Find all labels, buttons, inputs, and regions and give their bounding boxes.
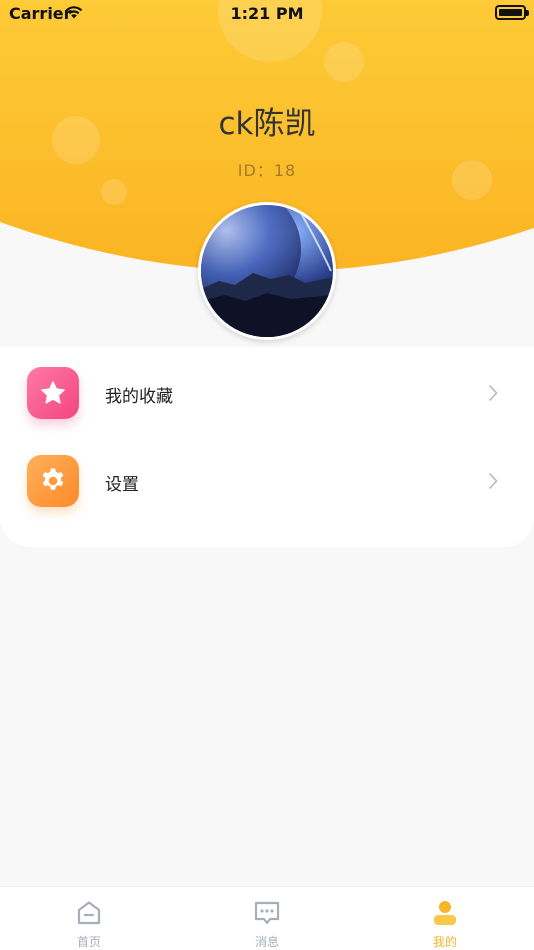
status-bar: Carrier 1:21 PM bbox=[0, 0, 534, 28]
message-icon bbox=[254, 901, 280, 925]
chevron-right-icon bbox=[489, 385, 498, 401]
battery-icon bbox=[495, 5, 529, 20]
home-icon bbox=[77, 901, 101, 925]
tab-home[interactable]: 首页 bbox=[0, 887, 178, 950]
menu-item-settings[interactable]: 设置 bbox=[0, 441, 534, 521]
profile-icon bbox=[434, 901, 456, 925]
tab-bar: 首页 消息 我的 bbox=[0, 886, 534, 950]
chevron-right-icon bbox=[489, 473, 498, 489]
menu-card: 我的收藏 设置 bbox=[0, 347, 534, 547]
user-id: ID：18 bbox=[237, 161, 297, 180]
avatar[interactable] bbox=[198, 202, 336, 340]
username: ck陈凯 bbox=[218, 106, 316, 142]
menu-label-favorites: 我的收藏 bbox=[105, 387, 173, 407]
menu-item-favorites[interactable]: 我的收藏 bbox=[0, 353, 534, 433]
tab-messages[interactable]: 消息 bbox=[178, 887, 356, 950]
gear-icon bbox=[42, 468, 64, 490]
tab-label-home: 首页 bbox=[76, 935, 101, 949]
battery-level bbox=[499, 9, 522, 16]
settings-icon-tile bbox=[27, 455, 79, 507]
menu-label-settings: 设置 bbox=[105, 475, 139, 495]
tab-label-messages: 消息 bbox=[254, 935, 279, 949]
clock: 1:21 PM bbox=[230, 4, 304, 23]
tab-label-mine: 我的 bbox=[432, 935, 457, 949]
star-icon bbox=[41, 381, 65, 404]
tab-mine[interactable]: 我的 bbox=[356, 887, 534, 950]
avatar-image bbox=[201, 205, 333, 337]
favorites-icon-tile bbox=[27, 367, 79, 419]
